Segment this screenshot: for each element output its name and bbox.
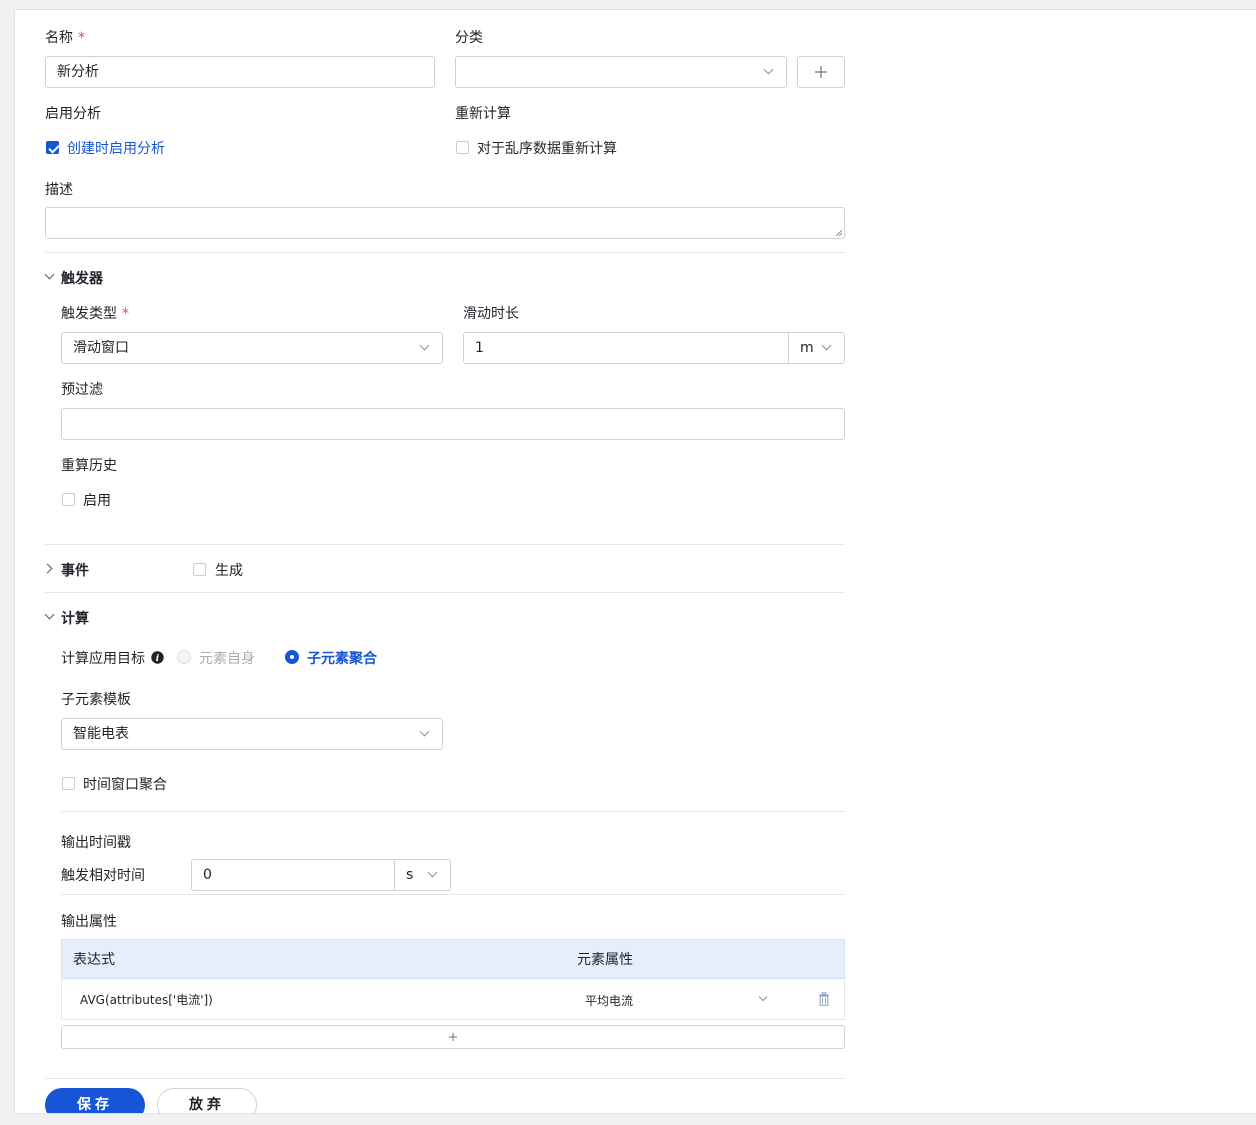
sliding-duration-label: 滑动时长 (463, 306, 519, 322)
recalc-history-checkbox[interactable] (62, 493, 75, 506)
output-attributes-label: 输出属性 (61, 914, 117, 930)
divider (61, 811, 845, 812)
trigger-type-label-text: 触发类型 (61, 306, 117, 322)
sliding-unit-select[interactable]: m (788, 332, 845, 364)
recalc-label: 重新计算 (455, 106, 511, 122)
recalc-out-of-order-checkbox[interactable] (456, 141, 469, 154)
recalc-history-label: 重算历史 (61, 458, 117, 474)
event-generate-label[interactable]: 生成 (215, 560, 243, 580)
trigger-type-select[interactable]: 滑动窗口 (61, 332, 443, 364)
plus-icon (449, 1033, 457, 1041)
child-template-label: 子元素模板 (61, 692, 131, 708)
chevron-down-icon (419, 726, 430, 737)
description-textarea[interactable] (45, 207, 845, 239)
name-input[interactable]: 新分析 (45, 56, 435, 88)
chevron-down-icon (427, 867, 438, 878)
expression-cell[interactable]: AVG(attributes['电流']) (80, 991, 213, 1008)
chevron-down-icon (419, 340, 430, 351)
time-window-agg-checkbox[interactable] (62, 777, 75, 790)
divider (45, 592, 845, 593)
resize-handle-icon[interactable] (835, 229, 843, 237)
prefilter-label: 预过滤 (61, 382, 103, 398)
divider (45, 252, 845, 253)
calc-target-label: 计算应用目标 (61, 651, 145, 667)
radio-child-aggregation[interactable] (285, 650, 299, 664)
add-category-button[interactable] (797, 56, 845, 88)
trigger-type-label: 触发类型 * (61, 303, 129, 323)
chevron-down-icon (763, 64, 774, 75)
required-mark: * (78, 30, 85, 46)
event-generate-checkbox[interactable] (193, 563, 206, 576)
divider (45, 1078, 845, 1079)
description-label: 描述 (45, 182, 73, 198)
divider (61, 894, 845, 895)
sliding-unit-value: m (800, 340, 814, 356)
event-section-title[interactable]: 事件 (61, 560, 89, 580)
prefilter-input[interactable] (61, 408, 845, 440)
chevron-down-icon (821, 340, 832, 351)
trigger-section-title[interactable]: 触发器 (61, 268, 103, 288)
category-select[interactable] (455, 56, 787, 88)
divider (45, 544, 845, 545)
name-label-text: 名称 (45, 30, 73, 46)
chevron-down-icon (758, 992, 768, 1002)
radio-child-aggregation-label[interactable]: 子元素聚合 (307, 648, 377, 668)
info-icon[interactable]: i (151, 651, 164, 664)
add-row-button[interactable] (61, 1025, 845, 1049)
child-template-select[interactable]: 智能电表 (61, 718, 443, 750)
enable-analysis-label: 启用分析 (45, 106, 101, 122)
relative-time-unit-value: s (406, 867, 414, 883)
output-timestamp-label: 输出时间戳 (61, 835, 131, 851)
attribute-select[interactable]: 平均电流 (575, 990, 775, 1014)
discard-button[interactable]: 放弃 (157, 1088, 257, 1113)
analysis-form-panel: 名称 * 新分析 分类 启用分析 创建时启用分析 重新计算 对于乱序数据重新计算 … (14, 9, 1256, 1114)
recalc-out-of-order-label[interactable]: 对于乱序数据重新计算 (477, 138, 617, 158)
calc-section-title[interactable]: 计算 (61, 608, 89, 628)
plus-icon (815, 66, 827, 78)
chevron-right-icon[interactable] (42, 563, 53, 574)
sliding-duration-input[interactable]: 1 (463, 332, 789, 364)
table-header (61, 939, 845, 979)
chevron-down-icon[interactable] (44, 609, 55, 620)
category-label: 分类 (455, 30, 483, 46)
enable-on-create-label[interactable]: 创建时启用分析 (67, 138, 165, 158)
relative-time-unit-select[interactable]: s (394, 859, 451, 891)
recalc-history-enable-label[interactable]: 启用 (83, 490, 111, 510)
time-window-agg-label[interactable]: 时间窗口聚合 (83, 774, 167, 794)
column-header-element-attribute: 元素属性 (577, 952, 633, 968)
name-label: 名称 * (45, 27, 85, 47)
trash-icon[interactable] (818, 992, 830, 1006)
svg-text:i: i (156, 654, 160, 664)
child-template-value: 智能电表 (73, 726, 129, 742)
radio-self (177, 650, 191, 664)
relative-time-input[interactable]: 0 (191, 859, 395, 891)
radio-self-label: 元素自身 (199, 651, 255, 667)
chevron-down-icon[interactable] (44, 269, 55, 280)
attribute-value: 平均电流 (585, 994, 634, 1008)
relative-time-label: 触发相对时间 (61, 868, 145, 884)
save-button[interactable]: 保存 (45, 1088, 145, 1113)
enable-on-create-checkbox[interactable] (46, 141, 59, 154)
column-header-expression: 表达式 (73, 952, 115, 968)
required-mark: * (122, 306, 129, 322)
trigger-type-value: 滑动窗口 (73, 340, 129, 356)
